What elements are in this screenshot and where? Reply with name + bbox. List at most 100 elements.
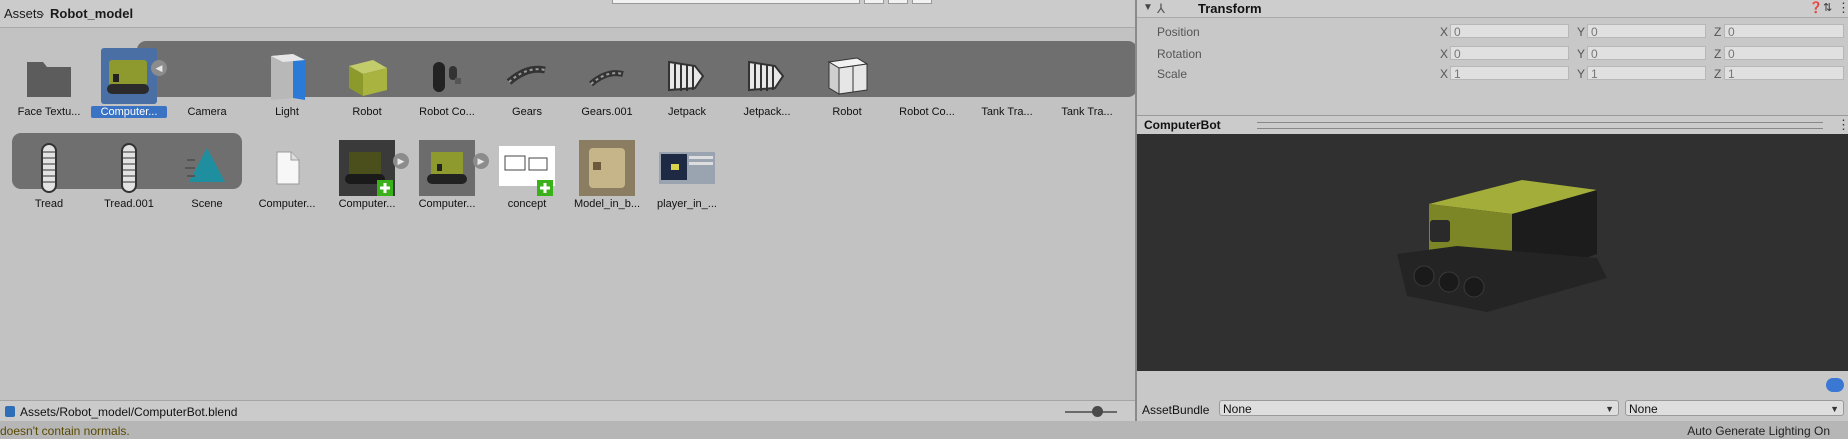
asset-tile[interactable]: concept [489, 132, 565, 232]
asset-tile[interactable]: Scene [169, 132, 245, 232]
asset-label: Tank Tra... [1061, 106, 1113, 118]
expand-arrow-icon[interactable]: ▶ [473, 153, 489, 169]
asset-tile[interactable]: Gears [489, 40, 565, 140]
component-title: Transform [1198, 1, 1262, 16]
asset-tile[interactable]: Model_in_b... [569, 132, 645, 232]
robot-preview-render [1397, 180, 1607, 312]
filter-button[interactable] [864, 0, 884, 4]
preview-drag-handle[interactable] [1257, 122, 1823, 129]
asset-tile[interactable]: Computer... [409, 132, 485, 232]
more-options-icon[interactable]: ⋮ [1837, 117, 1848, 133]
search-input[interactable] [612, 0, 860, 4]
concept-image-icon [499, 140, 555, 196]
asset-tile[interactable]: Tread.001 [91, 132, 167, 232]
axis-z-label: Z [1714, 67, 1722, 81]
asset-tile-selected[interactable]: Computer... [91, 40, 167, 140]
label-filter-button[interactable] [888, 0, 908, 4]
position-z-field[interactable]: 0 [1724, 24, 1844, 39]
collapse-arrow-icon[interactable]: ◀ [151, 60, 167, 76]
model-preview[interactable] [1137, 134, 1848, 371]
asset-label: Tread.001 [104, 198, 154, 210]
status-message[interactable]: doesn't contain normals. [0, 424, 130, 438]
asset-label: Robot [832, 106, 862, 118]
asset-tile[interactable]: Robot [809, 40, 885, 140]
expand-arrow-icon[interactable]: ▶ [393, 153, 409, 169]
dropdown-arrow-icon: ▼ [1830, 404, 1839, 414]
empty-thumbnail [979, 48, 1035, 104]
transform-header[interactable]: ▼ ⅄ Transform ❓ ⇅ ⋮ [1137, 0, 1848, 18]
asset-tile[interactable]: Tread [11, 132, 87, 232]
assetbundle-label: AssetBundle [1142, 403, 1210, 417]
position-label: Position [1157, 25, 1200, 39]
breadcrumb-robot-model[interactable]: Robot_model [50, 6, 133, 21]
preview-title: ComputerBot [1144, 118, 1221, 132]
scale-y-field[interactable]: 1 [1587, 66, 1706, 81]
lighting-status[interactable]: Auto Generate Lighting On [1687, 424, 1830, 438]
asset-label: Jetpack... [743, 106, 791, 118]
jetpack-mesh-icon [739, 48, 795, 104]
scale-x-field[interactable]: 1 [1450, 66, 1569, 81]
asset-tile[interactable]: Tank Tra... [969, 40, 1045, 140]
gears-mesh-icon [579, 48, 635, 104]
position-x-field[interactable]: 0 [1450, 24, 1569, 39]
asset-tile[interactable]: Camera [169, 40, 245, 140]
asset-label: Computer... [91, 106, 167, 118]
asset-label: Model_in_b... [573, 198, 641, 210]
dropdown-arrow-icon: ▼ [1605, 404, 1614, 414]
asset-tile[interactable]: Robot [329, 40, 405, 140]
asset-tile[interactable]: Robot Co... [409, 40, 485, 140]
asset-tile[interactable]: Robot Co... [889, 40, 965, 140]
axis-x-label: X [1440, 67, 1449, 81]
assetbundle-row: AssetBundle None ▼ None ▼ [1137, 398, 1848, 420]
axis-z-label: Z [1714, 47, 1722, 61]
asset-tile[interactable]: player_in_... [649, 132, 725, 232]
asset-tile[interactable]: Tank Tra... [1049, 40, 1125, 140]
rotation-x-field[interactable]: 0 [1450, 46, 1569, 61]
axis-x-label: X [1440, 25, 1449, 39]
asset-label: Computer... [338, 198, 396, 210]
asset-tile[interactable]: Light [249, 40, 325, 140]
asset-tile[interactable]: Computer... [249, 132, 325, 232]
blend-file-icon [5, 406, 15, 417]
preset-icon[interactable]: ⇅ [1823, 1, 1832, 14]
asset-label: Robot Co... [899, 106, 955, 118]
rotation-z-field[interactable]: 0 [1724, 46, 1844, 61]
camera-icon [179, 48, 235, 104]
status-bar: doesn't contain normals. Auto Generate L… [0, 421, 1848, 439]
assetbundle-variant-dropdown[interactable]: None ▼ [1625, 400, 1844, 416]
scale-z-field[interactable]: 1 [1724, 66, 1844, 81]
asset-tile[interactable]: Jetpack [649, 40, 725, 140]
asset-tile[interactable]: Gears.001 [569, 40, 645, 140]
gears-mesh-icon [499, 48, 555, 104]
position-y-field[interactable]: 0 [1587, 24, 1706, 39]
asset-label: Camera [187, 106, 227, 118]
more-options-icon[interactable]: ⋮ [1837, 0, 1848, 16]
mesh-cube-icon [339, 48, 395, 104]
asset-label: Computer... [418, 198, 476, 210]
asset-label: Computer... [258, 198, 316, 210]
model-prefab-icon [101, 48, 157, 104]
light-icon [259, 48, 315, 104]
assetbundle-name-dropdown[interactable]: None ▼ [1219, 400, 1619, 416]
zoom-slider-track[interactable] [1065, 411, 1117, 413]
fold-triangle-icon[interactable]: ▼ [1143, 2, 1153, 13]
breadcrumb-separator-icon: › [40, 6, 45, 21]
preview-header[interactable]: ComputerBot ⋮ [1137, 115, 1848, 135]
asset-label: Gears [512, 106, 542, 118]
texture-icon [579, 140, 635, 196]
asset-tile[interactable]: Face Textu... [11, 40, 87, 140]
empty-thumbnail [899, 48, 955, 104]
file-icon [259, 140, 315, 196]
asset-tile[interactable]: Jetpack... [729, 40, 805, 140]
breadcrumb-assets[interactable]: Assets [4, 6, 43, 21]
asset-tile[interactable]: Computer... [329, 132, 405, 232]
zoom-slider-handle[interactable] [1092, 406, 1103, 417]
asset-label: concept [507, 198, 547, 210]
rotation-y-field[interactable]: 0 [1587, 46, 1706, 61]
path-bar: Assets/Robot_model/ComputerBot.blend [0, 400, 1135, 422]
favorite-button[interactable] [912, 0, 932, 4]
axis-y-label: Y [1577, 25, 1586, 39]
prefab-dark-icon [339, 140, 395, 196]
tag-icon[interactable] [1826, 378, 1844, 392]
help-icon[interactable]: ❓ [1809, 1, 1823, 14]
